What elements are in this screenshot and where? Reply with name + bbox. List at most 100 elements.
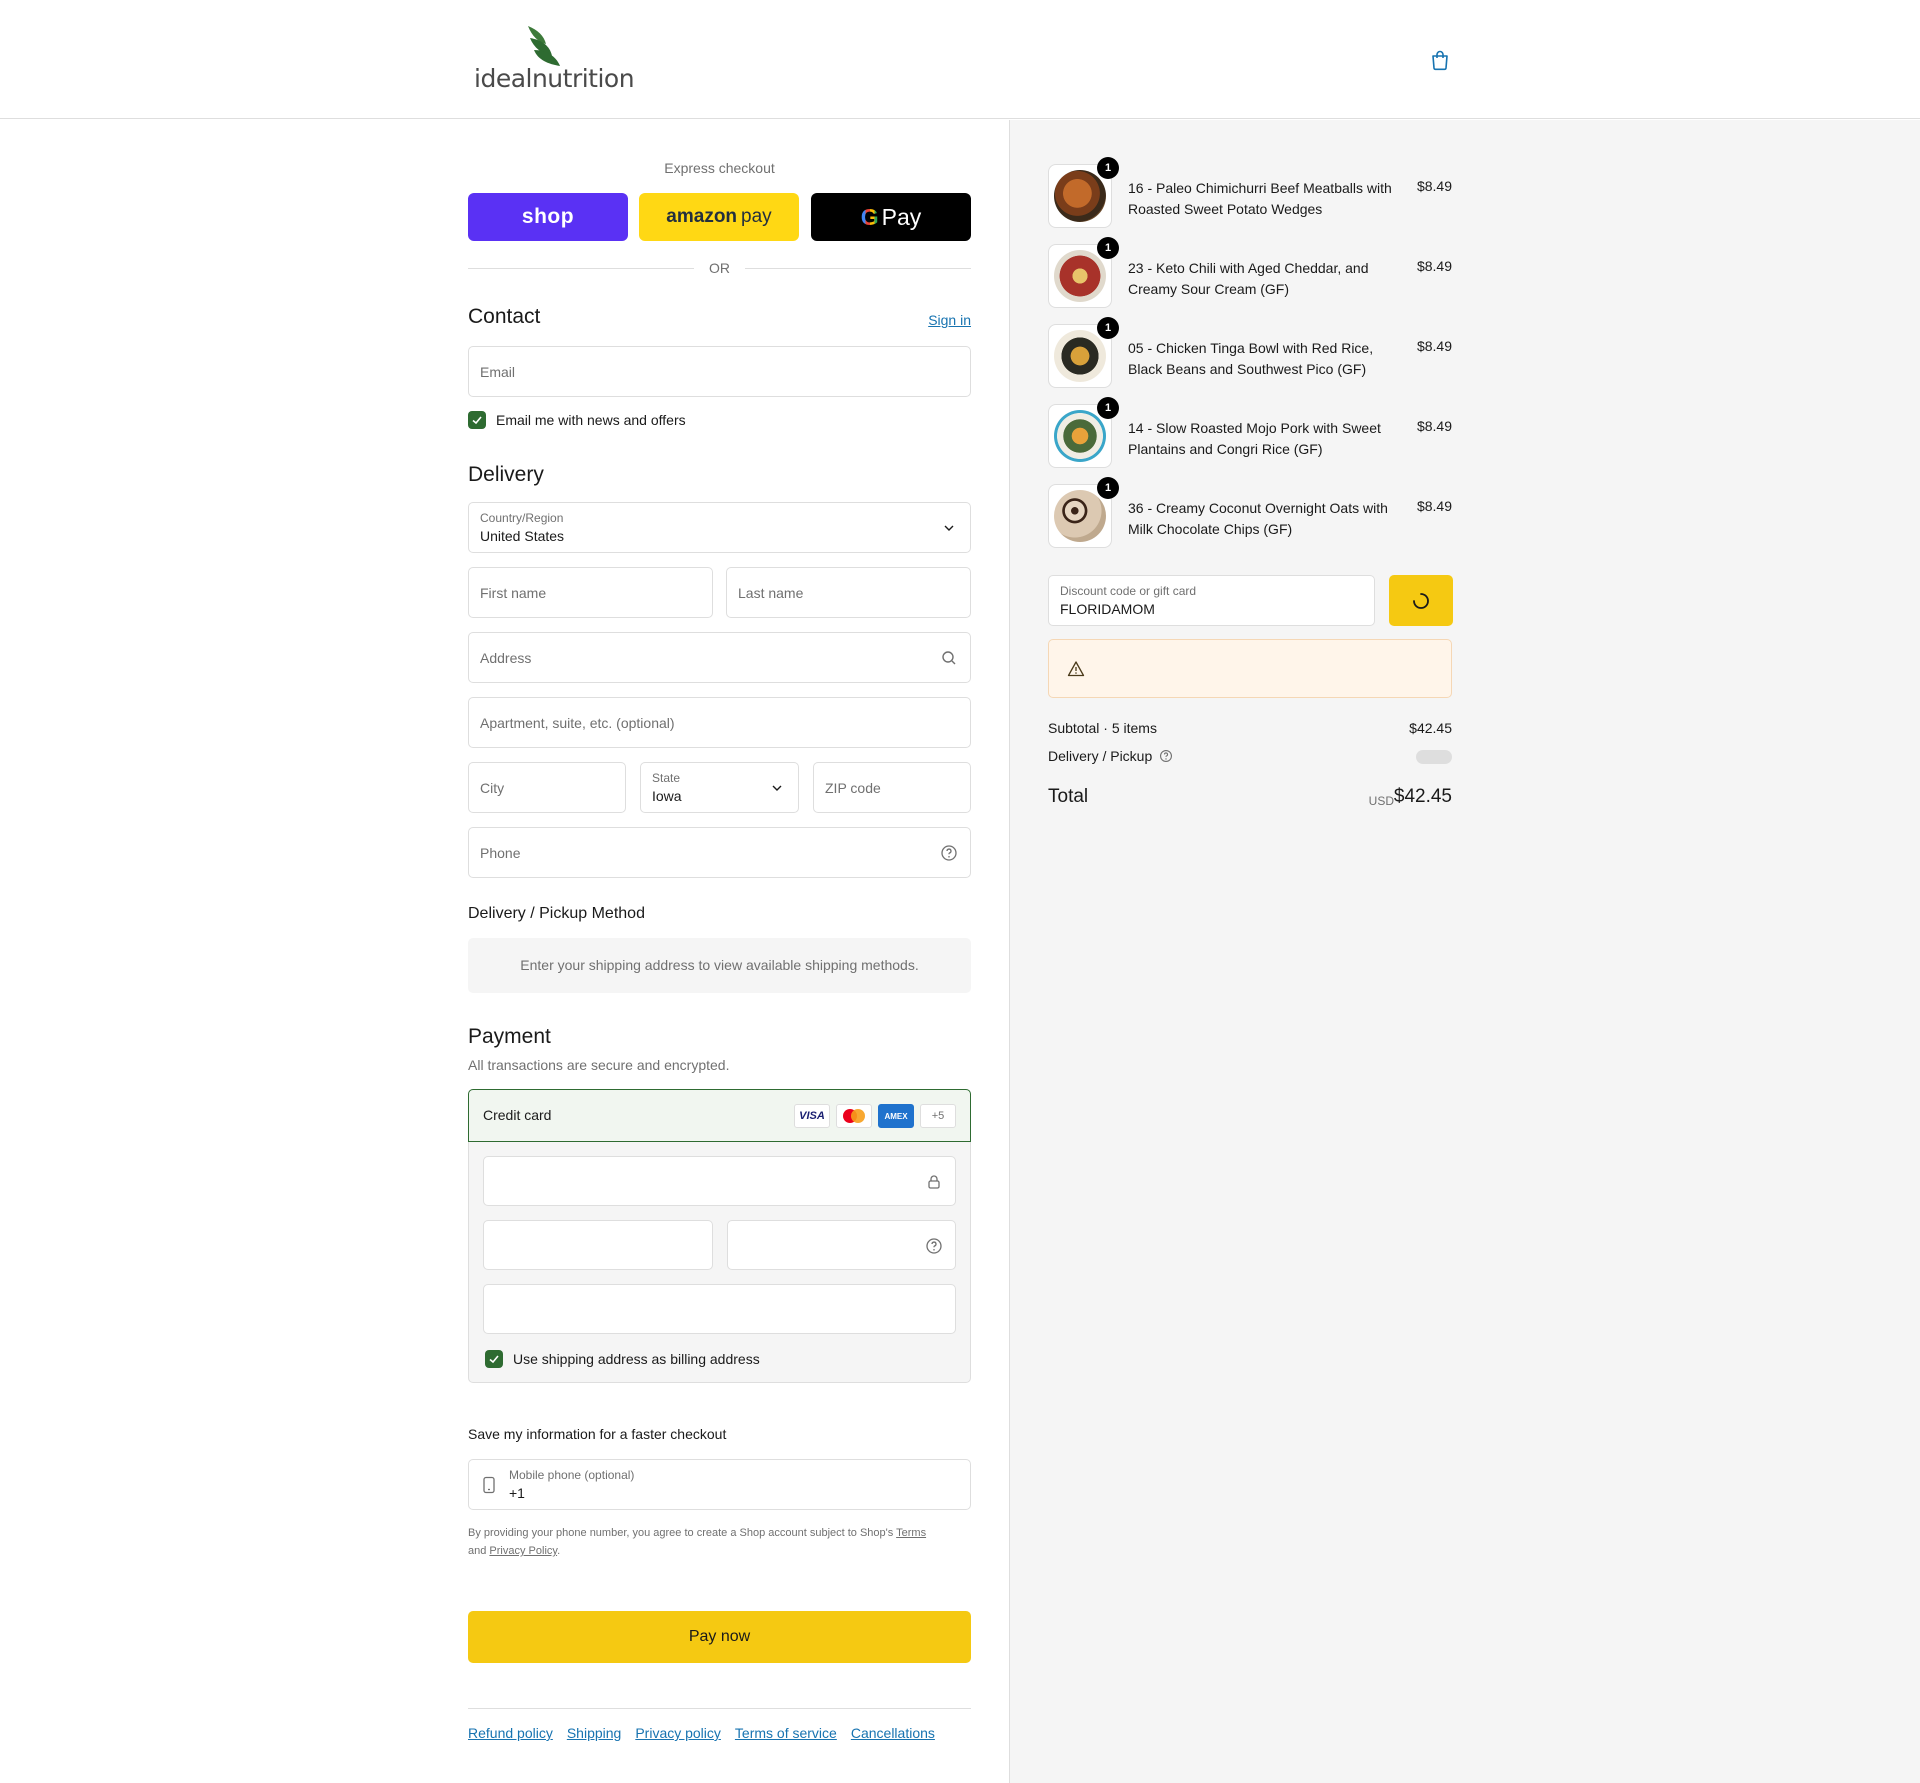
chevron-down-icon (944, 525, 954, 531)
news-checkbox[interactable] (468, 411, 486, 429)
product-thumbnail: 1 (1048, 157, 1119, 228)
shipping-link[interactable]: Shipping (567, 1725, 622, 1741)
country-select[interactable]: Country/Region United States (468, 502, 971, 553)
product-name: 16 - Paleo Chimichurri Beef Meatballs wi… (1128, 180, 1392, 217)
address-placeholder: Address (480, 650, 532, 666)
disclaimer-text: By providing your phone number, you agre… (468, 1527, 897, 1539)
subtotal-label: Subtotal · 5 items (1048, 720, 1157, 736)
city-field[interactable]: City (468, 762, 626, 813)
apply-discount-button[interactable] (1389, 575, 1453, 626)
privacy-policy-footer-link[interactable]: Privacy policy (635, 1725, 721, 1741)
quantity-badge: 1 (1097, 397, 1119, 419)
subtotal-row: Subtotal · 5 items $42.45 (1048, 720, 1452, 740)
google-pay-button[interactable]: G Pay (811, 193, 971, 241)
last-name-field[interactable]: Last name (726, 567, 971, 618)
disclaimer-and: and (468, 1545, 490, 1557)
footer-divider (468, 1708, 971, 1709)
brand-logo[interactable]: idealnutrition (472, 24, 635, 94)
zip-field[interactable]: ZIP code (813, 762, 971, 813)
subtotal-value: $42.45 (1409, 720, 1452, 736)
phone-field[interactable]: Phone (468, 827, 971, 878)
billing-checkbox-row[interactable]: Use shipping address as billing address (485, 1349, 760, 1369)
brand-name: idealnutrition (474, 64, 635, 93)
quantity-badge: 1 (1097, 477, 1119, 499)
product-thumbnail: 1 (1048, 397, 1119, 468)
shop-pay-label: shop (521, 205, 575, 228)
discount-warning-banner (1048, 639, 1452, 698)
card-number-field[interactable] (483, 1156, 956, 1206)
product-name: 23 - Keto Chili with Aged Cheddar, and C… (1128, 260, 1369, 297)
header: idealnutrition (0, 0, 1920, 119)
delivery-label: Delivery / Pickup (1048, 748, 1153, 764)
help-circle-icon[interactable] (925, 1237, 943, 1255)
name-on-card-field[interactable] (483, 1284, 956, 1334)
billing-checkbox[interactable] (485, 1350, 503, 1368)
news-label: Email me with news and offers (496, 412, 686, 428)
shop-pay-button[interactable]: shop (468, 193, 628, 241)
mastercard-icon (836, 1104, 872, 1128)
credit-card-section: Credit card VISA AMEX +5 Use shipping ad… (468, 1089, 971, 1383)
leaf-icon (528, 26, 560, 66)
state-select[interactable]: State Iowa (640, 762, 799, 813)
more-cards-badge: +5 (920, 1104, 956, 1128)
total-label: Total (1048, 786, 1089, 807)
billing-label: Use shipping address as billing address (513, 1351, 760, 1367)
payment-heading: Payment (468, 1025, 551, 1048)
email-field[interactable]: Email (468, 346, 971, 397)
loading-spinner-icon (1413, 592, 1429, 609)
search-icon (942, 651, 956, 665)
delivery-cost-placeholder (1416, 750, 1452, 764)
help-circle-icon[interactable] (1159, 749, 1173, 763)
country-value: United States (480, 528, 565, 544)
quantity-badge: 1 (1097, 157, 1119, 179)
disclaimer-dot: . (557, 1545, 561, 1557)
amazon-pay-button[interactable]: amazon pay (639, 193, 799, 241)
line-item: 1 14 - Slow Roasted Mojo Pork with Sweet… (1048, 397, 1452, 468)
discount-code-field[interactable]: Discount code or gift card FLORIDAMOM (1048, 575, 1375, 626)
refund-policy-link[interactable]: Refund policy (468, 1725, 553, 1741)
product-price: $8.49 (1416, 338, 1452, 354)
apartment-placeholder: Apartment, suite, etc. (optional) (480, 715, 675, 731)
amex-icon: AMEX (878, 1104, 914, 1128)
cancellations-link[interactable]: Cancellations (851, 1725, 935, 1741)
terms-link[interactable]: Terms (896, 1527, 926, 1539)
pay-now-button[interactable]: Pay now (468, 1611, 971, 1663)
shopping-bag-icon[interactable] (1428, 48, 1452, 72)
phone-placeholder: Phone (480, 845, 521, 861)
save-info-heading: Save my information for a faster checkou… (468, 1426, 727, 1442)
line-item: 1 16 - Paleo Chimichurri Beef Meatballs … (1048, 157, 1452, 228)
mobile-phone-field[interactable]: Mobile phone (optional) +1 (468, 1459, 971, 1510)
total-row: Total USD $42.45 (1048, 786, 1452, 814)
product-thumbnail: 1 (1048, 237, 1119, 308)
credit-card-label: Credit card (483, 1107, 552, 1123)
expiration-date-field[interactable] (483, 1220, 713, 1270)
express-checkout-buttons: shop amazon pay G Pay (468, 193, 971, 241)
quantity-badge: 1 (1097, 237, 1119, 259)
help-circle-icon[interactable] (940, 844, 958, 862)
delivery-heading: Delivery (468, 463, 544, 486)
product-thumbnail: 1 (1048, 317, 1119, 388)
address-field[interactable]: Address (468, 632, 971, 683)
privacy-policy-link[interactable]: Privacy Policy (489, 1545, 557, 1557)
terms-of-service-link[interactable]: Terms of service (735, 1725, 837, 1741)
first-name-field[interactable]: First name (468, 567, 713, 618)
mobile-phone-value: +1 (509, 1485, 525, 1501)
shop-account-disclaimer: By providing your phone number, you agre… (468, 1524, 971, 1560)
delivery-row: Delivery / Pickup (1048, 748, 1452, 768)
quantity-badge: 1 (1097, 317, 1119, 339)
product-price: $8.49 (1416, 178, 1452, 194)
apartment-field[interactable]: Apartment, suite, etc. (optional) (468, 697, 971, 748)
zip-placeholder: ZIP code (825, 780, 881, 796)
email-placeholder: Email (480, 364, 516, 380)
security-code-field[interactable] (727, 1220, 956, 1270)
or-divider: OR (468, 258, 971, 278)
product-price: $8.49 (1416, 418, 1452, 434)
news-checkbox-row[interactable]: Email me with news and offers (468, 410, 686, 430)
credit-card-option[interactable]: Credit card VISA AMEX +5 (468, 1089, 971, 1142)
state-label: State (652, 771, 681, 785)
city-placeholder: City (480, 780, 505, 796)
last-name-placeholder: Last name (738, 585, 804, 601)
payment-subtitle: All transactions are secure and encrypte… (468, 1057, 730, 1073)
sign-in-link[interactable]: Sign in (928, 312, 971, 328)
line-item: 1 36 - Creamy Coconut Overnight Oats wit… (1048, 477, 1452, 548)
